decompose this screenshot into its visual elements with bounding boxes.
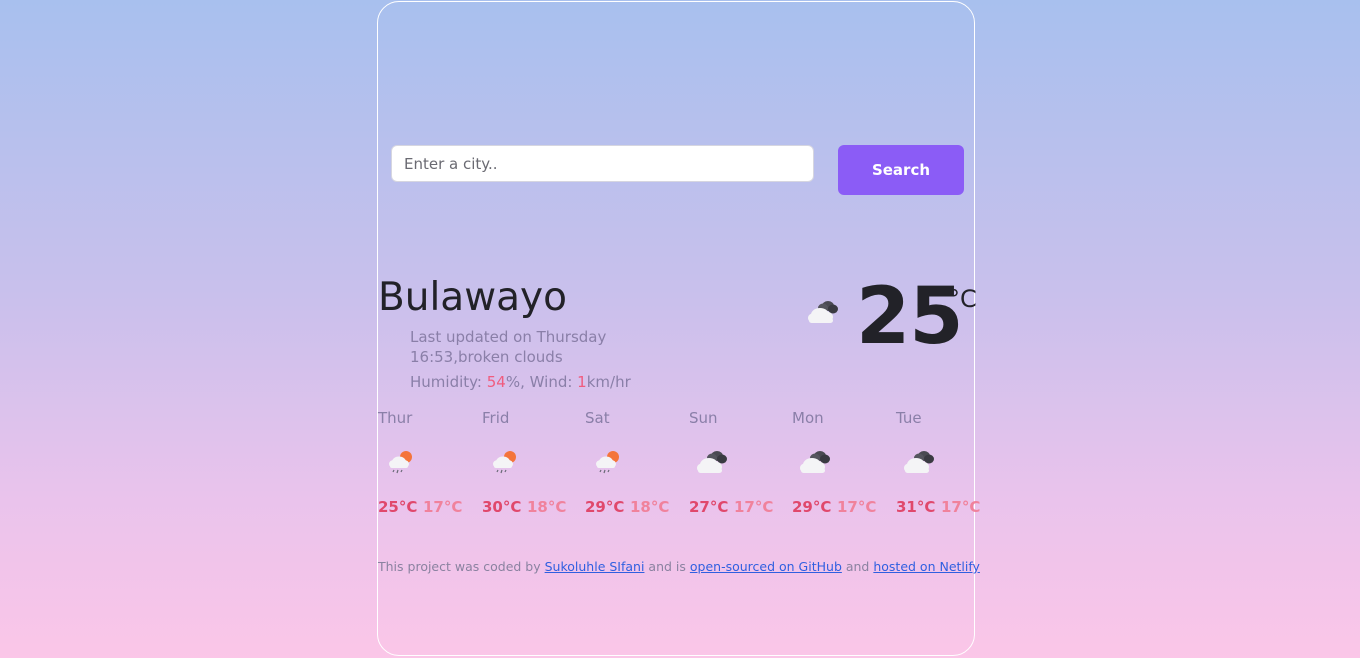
forecast-min-temp: 17°C (837, 498, 877, 516)
updated-time: 16:53 (410, 348, 454, 366)
forecast-day-name: Tue (896, 409, 922, 427)
forecast-day: Tue 31°C 17°C (896, 407, 996, 527)
humidity-label: Humidity: (410, 373, 487, 391)
forecast-min-temp: 17°C (734, 498, 774, 516)
wind-label: , Wind: (520, 373, 578, 391)
broken-clouds-icon (798, 444, 832, 478)
forecast-min-temp: 17°C (423, 498, 463, 516)
forecast-day-name: Sun (689, 409, 718, 427)
current-temperature: 25 (856, 272, 964, 362)
footer-text: and is (644, 559, 690, 574)
footer-text: and (841, 559, 874, 574)
city-name: Bulawayo (378, 275, 567, 320)
search-button[interactable]: Search (838, 145, 964, 195)
forecast-day-name: Thur (378, 409, 413, 427)
forecast-max-temp: 29°C (792, 498, 832, 516)
weather-card: Search Bulawayo Last updated on Thursday… (377, 1, 980, 656)
last-updated: Last updated on Thursday 16:53,broken cl… (410, 328, 607, 366)
forecast-day: Mon 29°C 17°C (792, 407, 892, 527)
wind-unit: km/hr (586, 373, 631, 391)
broken-clouds-icon (806, 294, 840, 328)
author-link[interactable]: Sukoluhle SIfani (545, 559, 645, 574)
forecast-max-temp: 31°C (896, 498, 936, 516)
humidity-unit: % (505, 373, 521, 391)
github-link[interactable]: open-sourced on GitHub (690, 559, 842, 574)
updated-prefix: Last updated on Thursday (410, 328, 607, 346)
rain-sun-icon (387, 447, 415, 475)
humidity-value: 54 (486, 373, 506, 391)
forecast-min-temp: 18°C (630, 498, 670, 516)
forecast-day: Thur 25°C 17°C (378, 407, 478, 527)
footer-text: This project was coded by (378, 559, 545, 574)
forecast-min-temp: 17°C (941, 498, 981, 516)
forecast-day-name: Frid (482, 409, 510, 427)
forecast-day: Sat 29°C 18°C (585, 407, 685, 527)
forecast-day-name: Sat (585, 409, 610, 427)
rain-sun-icon (491, 447, 519, 475)
broken-clouds-icon (695, 444, 729, 478)
weather-description: broken clouds (458, 348, 563, 366)
forecast-max-temp: 25°C (378, 498, 418, 516)
forecast-max-temp: 27°C (689, 498, 729, 516)
forecast-day-name: Mon (792, 409, 824, 427)
forecast-min-temp: 18°C (527, 498, 567, 516)
humidity-wind: Humidity: 54%, Wind: 1km/hr (410, 372, 640, 392)
forecast-day: Frid 30°C 18°C (482, 407, 582, 527)
rain-sun-icon (594, 447, 622, 475)
wind-value: 1 (577, 373, 587, 391)
forecast-day: Sun 27°C 17°C (689, 407, 789, 527)
broken-clouds-icon (902, 444, 936, 478)
forecast-max-temp: 29°C (585, 498, 625, 516)
footer: This project was coded by Sukoluhle SIfa… (378, 558, 980, 576)
weather-details: Last updated on Thursday 16:53,broken cl… (410, 327, 640, 392)
temperature-unit: °C (948, 285, 977, 313)
forecast-max-temp: 30°C (482, 498, 522, 516)
city-search-input[interactable] (391, 145, 814, 182)
netlify-link[interactable]: hosted on Netlify (873, 559, 980, 574)
